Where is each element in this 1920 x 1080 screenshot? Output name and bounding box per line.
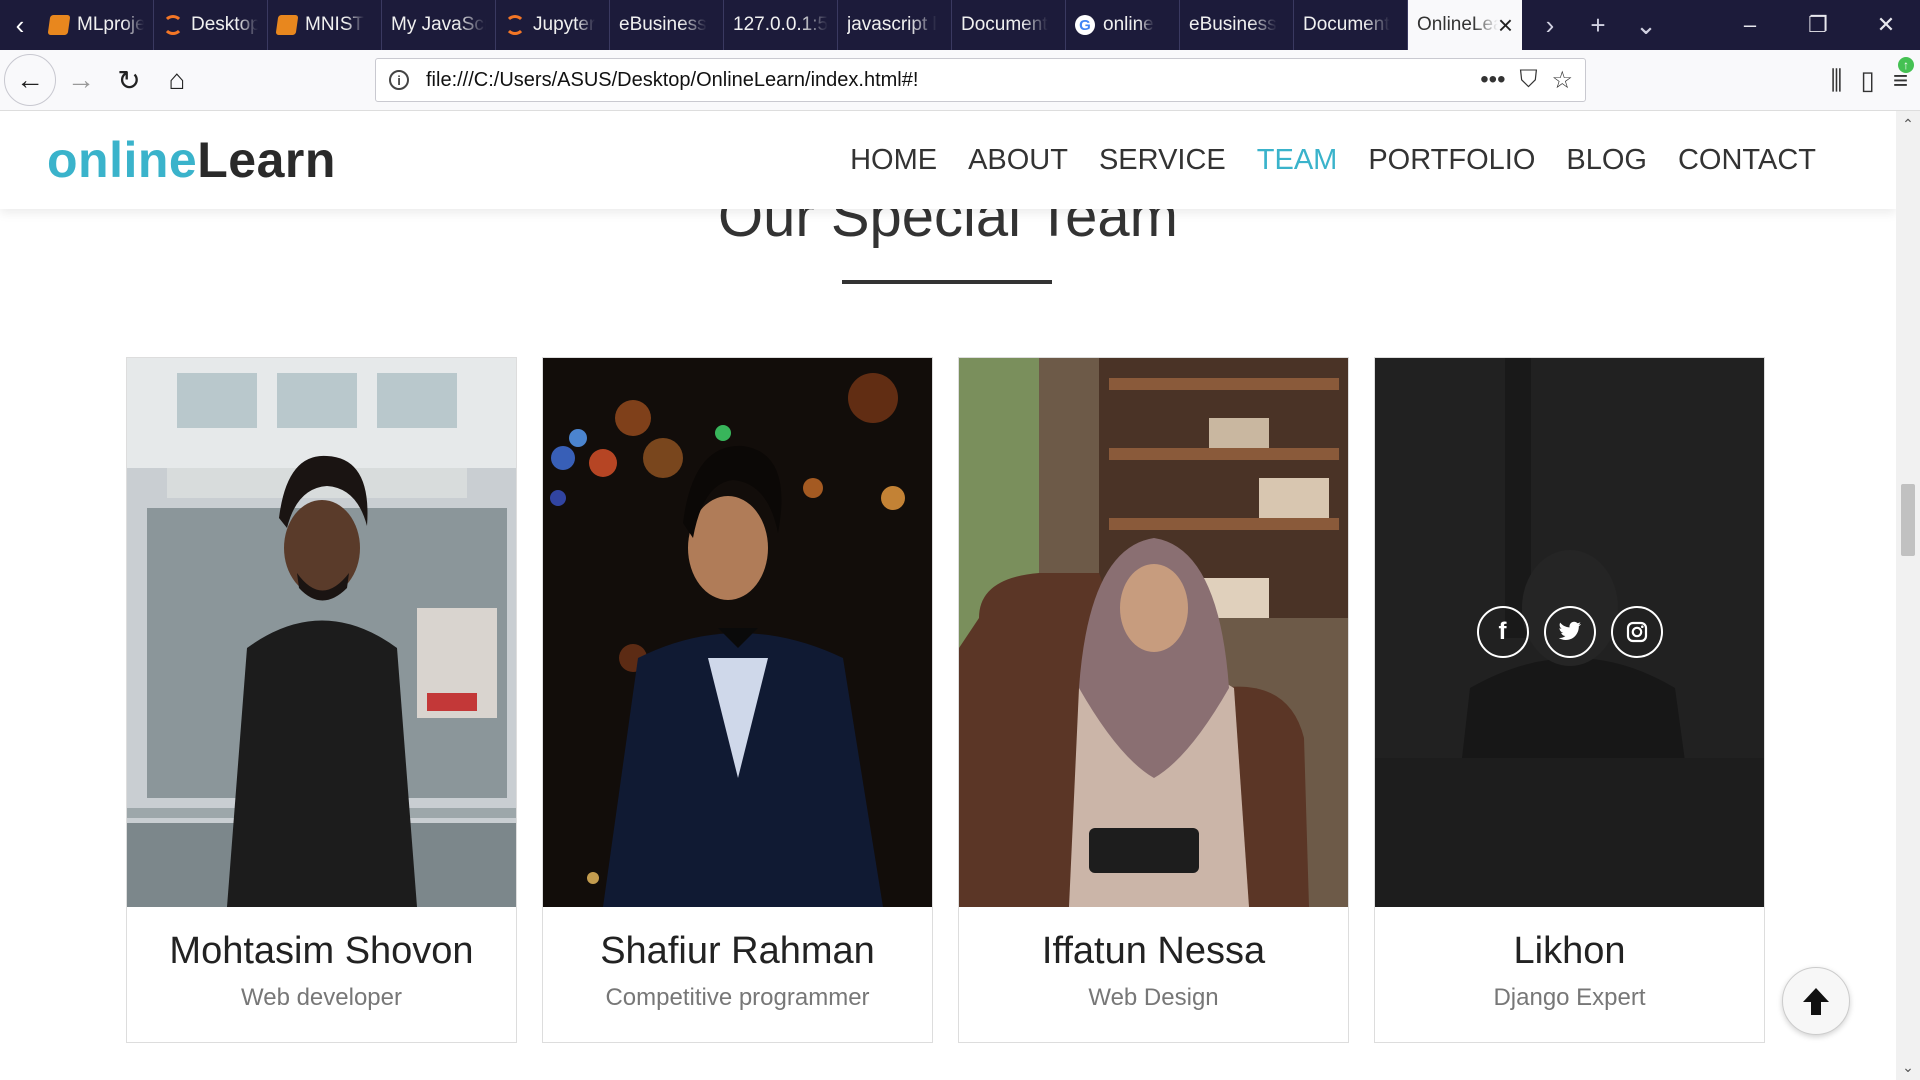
instagram-icon[interactable] [1610,606,1663,658]
team-member-name: Likhon [1513,930,1626,972]
team-member-role: Competitive programmer [605,984,870,1011]
team-member-photo: f [1375,358,1764,907]
browser-tab[interactable]: Document [1294,0,1408,50]
team-member-name: Shafiur Rahman [600,930,875,972]
minimize-icon[interactable]: – [1716,0,1784,50]
nav-contact[interactable]: CONTACT [1678,144,1816,177]
title-underline [842,280,1052,284]
close-window-icon[interactable]: ✕ [1852,0,1920,50]
url-text[interactable]: file:///C:/Users/ASUS/Desktop/OnlineLear… [426,69,918,92]
browser-tab-strip: ‹ MLproject Desktop MNIST My JavaScript … [0,0,1920,50]
new-tab-icon[interactable]: + [1576,0,1620,50]
team-member-role: Django Expert [1493,984,1646,1011]
scroll-down-icon[interactable]: ⌄ [1896,1056,1920,1078]
restore-icon[interactable]: ❐ [1784,0,1852,50]
site-info-icon[interactable]: i [376,70,422,90]
team-member-role: Web Design [1088,984,1219,1011]
scroll-tabs-left-icon[interactable]: ‹ [0,0,40,50]
sidebar-icon[interactable]: ▯ [1861,65,1875,96]
update-badge-icon: ↑ [1898,57,1914,73]
library-icon[interactable]: ⫼ [1831,65,1843,97]
browser-tab[interactable]: 127.0.0.1:5000 [724,0,838,50]
team-member-photo [127,358,516,907]
browser-tab[interactable]: MLproject [40,0,154,50]
browser-tab[interactable]: Document [952,0,1066,50]
team-card: f Likhon Django Expert [1374,357,1765,1043]
browser-tab[interactable]: javascript l [838,0,952,50]
team-card: Shafiur Rahman Competitive programmer [542,357,933,1043]
browser-tab[interactable]: Jupyter [496,0,610,50]
browser-tab[interactable]: eBusiness [1180,0,1294,50]
team-member-photo [959,358,1348,907]
social-links: f [1375,606,1764,658]
team-member-name: Mohtasim Shovon [169,930,474,972]
nav-about[interactable]: ABOUT [968,144,1068,177]
address-bar[interactable]: i file:///C:/Users/ASUS/Desktop/OnlineLe… [375,58,1586,102]
jupyter-icon [505,15,525,35]
team-member-name: Iffatun Nessa [1041,930,1266,972]
browser-tab[interactable]: Desktop [154,0,268,50]
browser-tab[interactable]: eBusiness [610,0,724,50]
team-member-photo [543,358,932,907]
site-logo[interactable]: onlineLearn [47,131,336,189]
forward-arrow-icon[interactable]: → [58,57,104,103]
reload-icon[interactable]: ↻ [106,57,152,103]
list-all-tabs-icon[interactable]: ⌄ [1624,0,1668,50]
team-member-role: Web developer [241,984,402,1011]
site-nav: HOME ABOUT SERVICE TEAM PORTFOLIO BLOG C… [850,144,1816,177]
page-scrollbar[interactable]: ⌃ ⌄ [1896,111,1920,1080]
pocket-icon[interactable]: ⛉ [1519,66,1537,94]
nav-blog[interactable]: BLOG [1566,144,1647,177]
browser-tab-active[interactable]: OnlineLearn × [1408,0,1522,50]
back-arrow-icon[interactable]: ← [4,54,56,106]
book-icon [47,15,71,35]
team-card: Mohtasim Shovon Web developer [126,357,517,1043]
hamburger-menu-icon[interactable]: ≡ ↑ [1893,57,1914,96]
home-icon[interactable]: ⌂ [154,57,200,103]
page-actions-icon[interactable]: ••• [1480,66,1505,94]
team-card: Iffatun Nessa Web Design [958,357,1349,1043]
nav-service[interactable]: SERVICE [1099,144,1226,177]
scroll-up-icon[interactable]: ⌃ [1896,113,1920,135]
facebook-icon[interactable]: f [1476,606,1529,658]
back-to-top-button[interactable] [1782,967,1850,1035]
twitter-icon[interactable] [1543,606,1596,658]
google-icon: G [1075,15,1095,35]
nav-home[interactable]: HOME [850,144,937,177]
browser-tab[interactable]: G online [1066,0,1180,50]
browser-tab[interactable]: My JavaScript [382,0,496,50]
nav-portfolio[interactable]: PORTFOLIO [1368,144,1535,177]
jupyter-icon [163,15,183,35]
nav-team[interactable]: TEAM [1257,144,1338,177]
book-icon [275,15,299,35]
browser-navigation-toolbar: ← → ↻ ⌂ i file:///C:/Users/ASUS/Desktop/… [0,50,1920,111]
scroll-tabs-right-icon[interactable]: › [1528,0,1572,50]
scroll-thumb[interactable] [1901,484,1915,556]
bookmark-star-icon[interactable]: ☆ [1551,66,1573,95]
page-viewport: onlineLearn HOME ABOUT SERVICE TEAM PORT… [0,111,1896,1080]
close-tab-icon[interactable]: × [1498,10,1513,41]
arrow-up-icon [1803,988,1829,1015]
browser-tab[interactable]: MNIST [268,0,382,50]
site-header: onlineLearn HOME ABOUT SERVICE TEAM PORT… [0,111,1896,209]
